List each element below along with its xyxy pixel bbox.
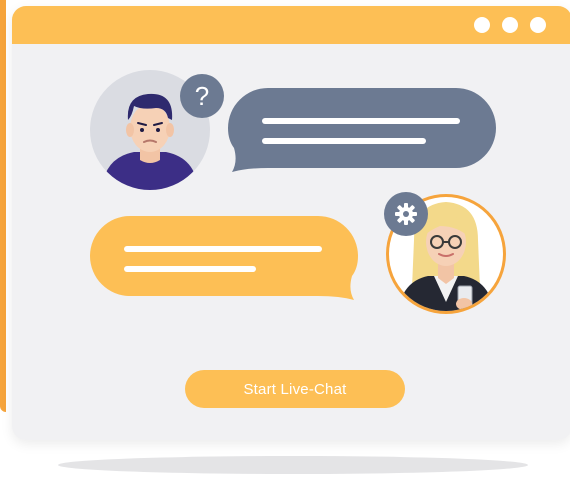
question-badge: ? — [180, 74, 224, 118]
message-line — [262, 118, 460, 124]
start-live-chat-button[interactable]: Start Live-Chat — [185, 370, 405, 408]
customer-avatar: ? — [90, 70, 224, 190]
question-mark-icon: ? — [194, 81, 210, 111]
window-shadow — [58, 456, 528, 474]
message-line — [124, 266, 256, 272]
support-badge — [384, 192, 428, 236]
accent-bar — [0, 0, 6, 412]
agent-bubble-shape — [228, 88, 496, 172]
agent-message-bubble — [228, 88, 496, 172]
window-dot-1[interactable] — [474, 17, 490, 33]
window-dot-2[interactable] — [502, 17, 518, 33]
window-titlebar — [12, 6, 570, 44]
user-bubble-shape — [90, 216, 358, 300]
user-message-bubble — [90, 216, 358, 300]
message-line — [262, 138, 426, 144]
support-agent-avatar — [384, 192, 508, 316]
window-dot-3[interactable] — [530, 17, 546, 33]
message-line — [124, 246, 322, 252]
chat-window: ? Start Live-Chat — [12, 6, 570, 440]
gear-icon — [395, 203, 417, 225]
